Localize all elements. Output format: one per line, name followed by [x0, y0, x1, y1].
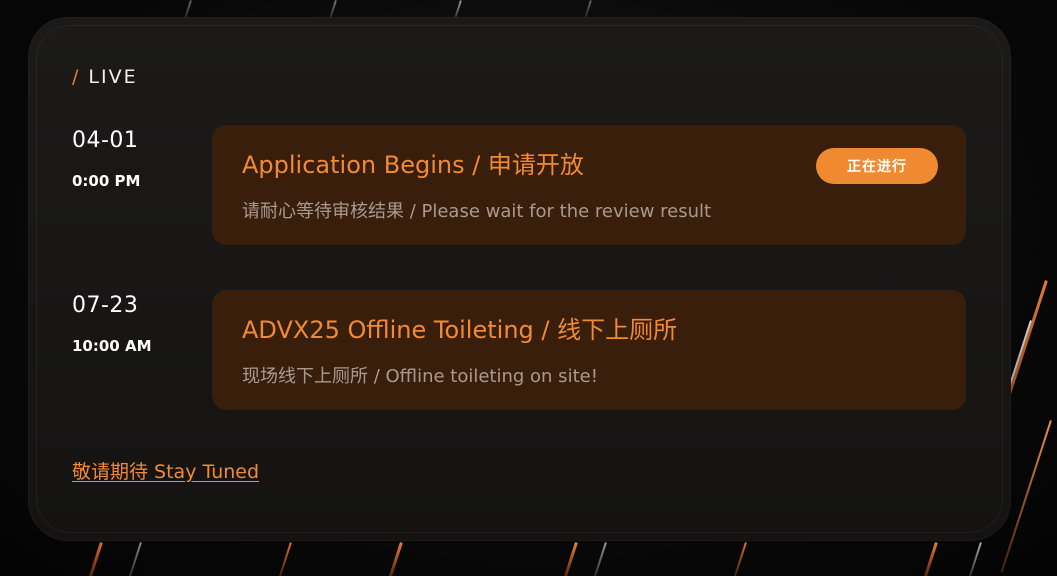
event-time: 10:00 AM — [72, 337, 152, 355]
light-streak — [584, 0, 592, 18]
light-streak — [562, 542, 578, 576]
status-badge: 正在进行 — [816, 148, 938, 184]
light-streak — [922, 542, 938, 576]
event-title: Application Begins / 申请开放 — [242, 151, 584, 179]
event-time: 0:00 PM — [72, 172, 141, 190]
light-streak — [967, 542, 982, 576]
section-slash: / — [72, 66, 81, 88]
light-streak — [387, 542, 403, 576]
event-date: 07-23 — [72, 293, 139, 318]
event-card-application: Application Begins / 申请开放 正在进行 请耐心等待审核结果… — [212, 125, 966, 245]
event-description: 现场线下上厕所 / Offline toileting on site! — [242, 366, 598, 387]
event-date: 04-01 — [72, 128, 139, 153]
section-title-text: LIVE — [88, 66, 138, 88]
light-streak — [277, 542, 292, 576]
light-streak — [732, 542, 747, 576]
light-streak — [127, 542, 142, 576]
light-streak — [87, 542, 103, 576]
light-streak — [592, 542, 607, 576]
event-card-offline: ADVX25 Offline Toileting / 线下上厕所 现场线下上厕所… — [212, 290, 966, 410]
event-title: ADVX25 Offline Toileting / 线下上厕所 — [242, 316, 678, 344]
stay-tuned-link[interactable]: 敬请期待 Stay Tuned — [72, 457, 259, 484]
light-streak — [454, 0, 462, 18]
section-title: / LIVE — [72, 66, 138, 88]
event-description: 请耐心等待审核结果 / Please wait for the review r… — [242, 201, 712, 222]
